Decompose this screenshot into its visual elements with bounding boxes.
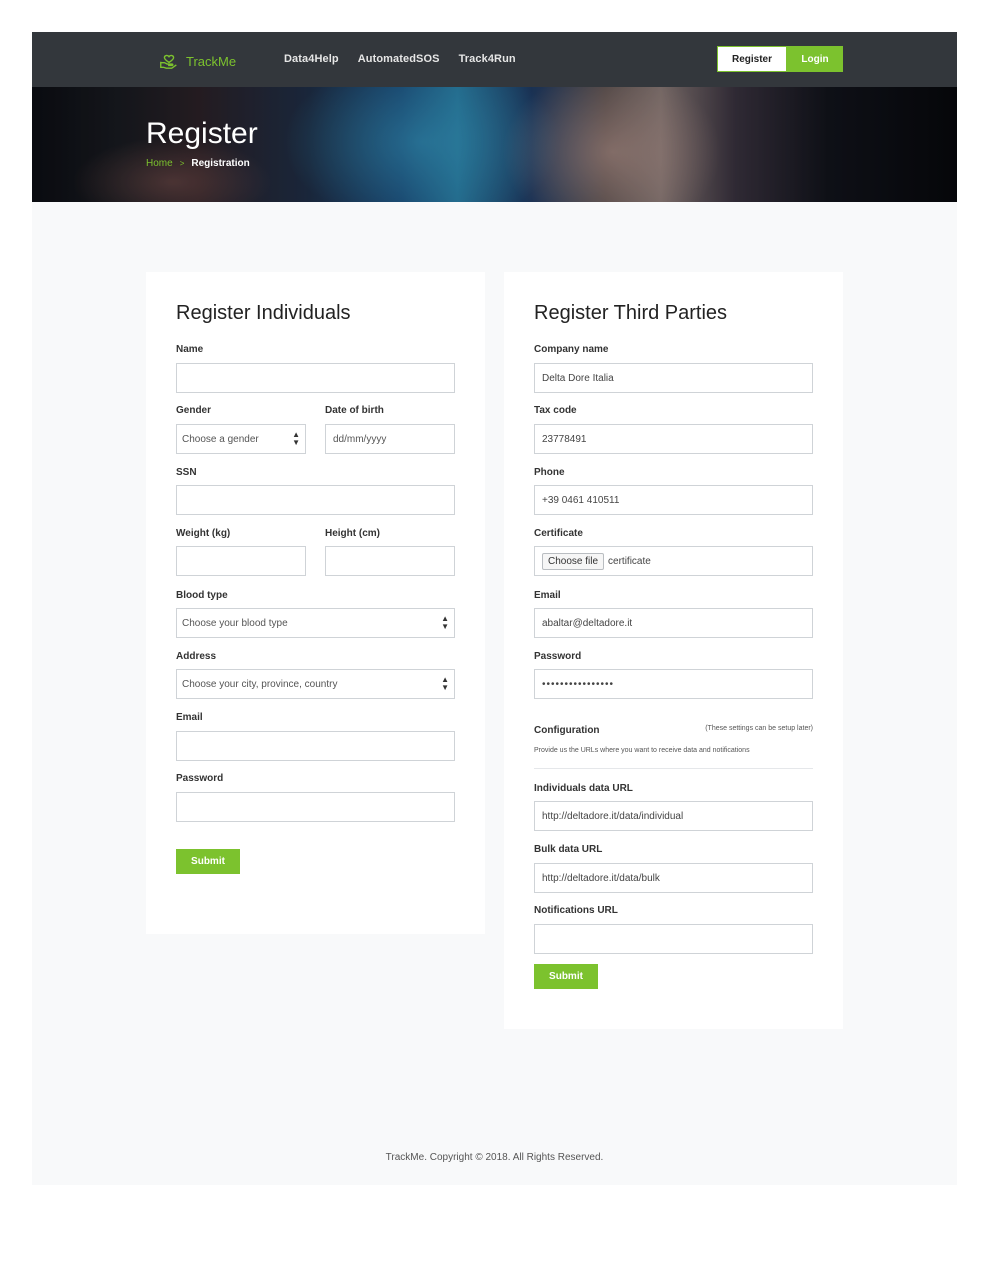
certificate-filename: certificate bbox=[608, 555, 651, 567]
blood-type-select-value: Choose your blood type bbox=[182, 617, 288, 629]
third-parties-title: Register Third Parties bbox=[534, 302, 728, 324]
dob-input[interactable]: dd/mm/yyyy bbox=[325, 424, 455, 454]
address-select-value: Choose your city, province, country bbox=[182, 678, 338, 690]
bulk-url-label: Bulk data URL bbox=[534, 844, 603, 855]
hand-heart-icon bbox=[158, 48, 180, 75]
tax-code-input[interactable]: 23778491 bbox=[534, 424, 813, 454]
password-label: Password bbox=[176, 773, 224, 784]
individuals-url-label: Individuals data URL bbox=[534, 783, 633, 794]
ssn-input[interactable] bbox=[176, 485, 455, 515]
company-name-label: Company name bbox=[534, 344, 609, 355]
brand-name: TrackMe bbox=[186, 54, 237, 69]
notifications-url-input[interactable] bbox=[534, 924, 813, 954]
login-button[interactable]: Login bbox=[787, 46, 843, 72]
register-button[interactable]: Register bbox=[717, 46, 787, 72]
select-arrows-icon: ▲ ▼ bbox=[441, 614, 449, 631]
page-title: Register bbox=[146, 117, 258, 150]
email-input[interactable] bbox=[176, 731, 455, 761]
third-parties-submit-button[interactable]: Submit bbox=[534, 964, 598, 989]
brand-logo[interactable]: TrackMe bbox=[158, 48, 236, 75]
breadcrumb-home-link[interactable]: Home bbox=[146, 158, 173, 169]
gender-label: Gender bbox=[176, 405, 212, 416]
auth-buttons: Register Login bbox=[717, 46, 843, 72]
tax-code-label: Tax code bbox=[534, 405, 577, 416]
breadcrumb-current: Registration bbox=[191, 158, 250, 169]
certificate-label: Certificate bbox=[534, 528, 583, 539]
address-label: Address bbox=[176, 651, 217, 662]
nav-link-data4help[interactable]: Data4Help bbox=[284, 53, 339, 65]
individuals-url-input[interactable]: http://deltadore.it/data/individual bbox=[534, 801, 813, 831]
register-individuals-card: Register Individuals Name Gender Choose … bbox=[146, 272, 485, 934]
tp-email-label: Email bbox=[534, 590, 561, 601]
ssn-label: SSN bbox=[176, 467, 197, 478]
company-name-input[interactable]: Delta Dore Italia bbox=[534, 363, 813, 393]
password-input[interactable] bbox=[176, 792, 455, 822]
tp-password-input[interactable]: •••••••••••••••• bbox=[534, 669, 813, 699]
hero-banner: Register Home > Registration bbox=[32, 87, 957, 202]
name-input[interactable] bbox=[176, 363, 455, 393]
configuration-heading: Configuration bbox=[534, 725, 600, 736]
dob-label: Date of birth bbox=[325, 405, 384, 416]
certificate-file-input[interactable]: Choose file certificate bbox=[534, 546, 813, 576]
select-arrows-icon: ▲ ▼ bbox=[441, 675, 449, 692]
configuration-note: (These settings can be setup later) bbox=[705, 725, 813, 732]
page-frame: TrackMe Data4Help AutomatedSOS Track4Run… bbox=[32, 32, 957, 1185]
weight-label: Weight (kg) bbox=[176, 528, 231, 539]
configuration-divider bbox=[534, 768, 813, 769]
select-arrows-icon: ▲ ▼ bbox=[292, 430, 300, 447]
nav-link-track4run[interactable]: Track4Run bbox=[459, 53, 516, 65]
bulk-url-input[interactable]: http://deltadore.it/data/bulk bbox=[534, 863, 813, 893]
name-label: Name bbox=[176, 344, 204, 355]
email-label: Email bbox=[176, 712, 203, 723]
phone-input[interactable]: +39 0461 410511 bbox=[534, 485, 813, 515]
weight-input[interactable] bbox=[176, 546, 306, 576]
height-input[interactable] bbox=[325, 546, 455, 576]
nav-link-automatedsos[interactable]: AutomatedSOS bbox=[358, 53, 440, 65]
gender-select-value: Choose a gender bbox=[182, 433, 259, 445]
address-select[interactable]: Choose your city, province, country ▲ ▼ bbox=[176, 669, 455, 699]
breadcrumb: Home > Registration bbox=[146, 158, 250, 169]
tp-email-input[interactable]: abaltar@deltadore.it bbox=[534, 608, 813, 638]
tp-password-label: Password bbox=[534, 651, 582, 662]
height-label: Height (cm) bbox=[325, 528, 380, 539]
configuration-description: Provide us the URLs where you want to re… bbox=[534, 747, 750, 754]
breadcrumb-separator: > bbox=[179, 159, 185, 168]
navbar: TrackMe Data4Help AutomatedSOS Track4Run… bbox=[32, 32, 957, 87]
gender-select[interactable]: Choose a gender ▲ ▼ bbox=[176, 424, 306, 454]
blood-type-select[interactable]: Choose your blood type ▲ ▼ bbox=[176, 608, 455, 638]
main-nav: Data4Help AutomatedSOS Track4Run bbox=[284, 53, 535, 65]
notifications-url-label: Notifications URL bbox=[534, 905, 618, 916]
individuals-title: Register Individuals bbox=[176, 302, 351, 324]
footer-copyright: TrackMe. Copyright © 2018. All Rights Re… bbox=[385, 1152, 604, 1163]
individuals-submit-button[interactable]: Submit bbox=[176, 849, 240, 874]
phone-label: Phone bbox=[534, 467, 565, 478]
register-third-parties-card: Register Third Parties Company name Delt… bbox=[504, 272, 843, 1029]
choose-file-button[interactable]: Choose file bbox=[542, 552, 605, 570]
blood-type-label: Blood type bbox=[176, 590, 228, 601]
